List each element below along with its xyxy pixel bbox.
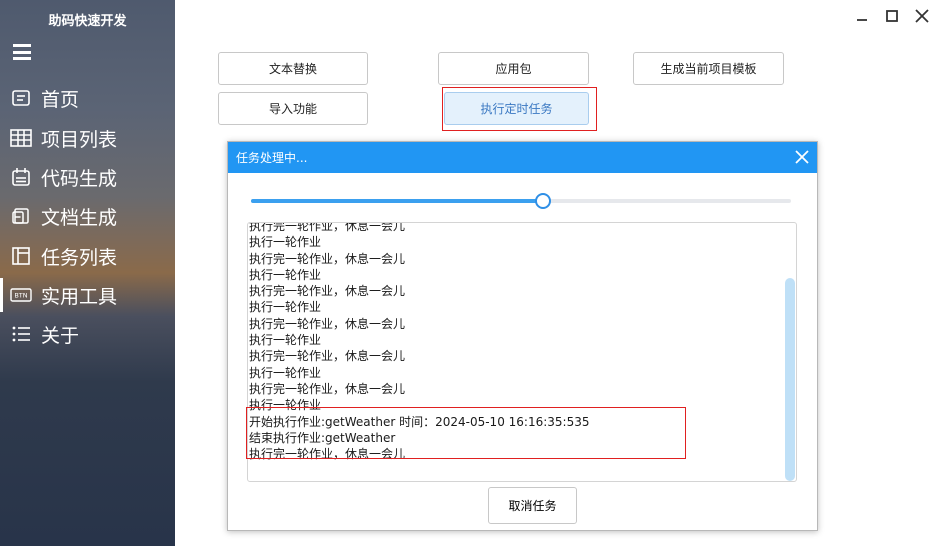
sidebar-item-home[interactable]: 首页 bbox=[0, 81, 175, 115]
minimize-icon bbox=[857, 19, 867, 21]
sidebar-item-label: 代码生成 bbox=[41, 167, 118, 190]
progress-slider[interactable] bbox=[251, 193, 791, 209]
generate-template-button[interactable]: 生成当前项目模板 bbox=[633, 52, 784, 85]
sidebar-item-label: 项目列表 bbox=[41, 128, 118, 151]
sidebar-item-label: 实用工具 bbox=[41, 285, 118, 308]
log-line: 执行完一轮作业，休息一会儿 bbox=[249, 222, 406, 233]
log-line: 执行完一轮作业，休息一会儿 bbox=[249, 381, 406, 396]
sidebar-item-projects[interactable]: 项目列表 bbox=[0, 121, 175, 155]
btn-icon: BTN bbox=[10, 284, 32, 306]
sidebar: 助码快速开发 首页 项目列表 代码生成 文档生成 任务列表 BTN 实用工具 关… bbox=[0, 0, 175, 546]
sidebar-item-codegen[interactable]: 代码生成 bbox=[0, 160, 175, 194]
task-dialog: 任务处理中... 执行完一轮作业，休息一会儿 执行一轮作业 执行完一轮作业，休息一会… bbox=[227, 141, 818, 531]
log-line: 执行完一轮作业，休息一会儿 bbox=[249, 251, 406, 266]
calendar-icon bbox=[10, 166, 32, 188]
sidebar-item-tasks[interactable]: 任务列表 bbox=[0, 239, 175, 273]
log-line: 执行一轮作业 bbox=[249, 267, 322, 282]
log-line: 执行一轮作业 bbox=[249, 235, 322, 250]
log-highlight-box bbox=[246, 407, 686, 459]
dialog-close-button[interactable] bbox=[793, 148, 811, 166]
sidebar-item-about[interactable]: 关于 bbox=[0, 317, 175, 351]
sidebar-item-tools[interactable]: BTN 实用工具 bbox=[0, 278, 175, 312]
scrollbar[interactable] bbox=[785, 278, 795, 481]
btn-icon-text: BTN bbox=[14, 292, 27, 300]
table-icon bbox=[10, 127, 32, 149]
layout-icon bbox=[10, 245, 32, 267]
minimize-button[interactable] bbox=[852, 6, 872, 26]
log-line: 执行一轮作业 bbox=[249, 365, 322, 380]
log-line: 执行一轮作业 bbox=[249, 300, 322, 315]
sidebar-item-docgen[interactable]: 文档生成 bbox=[0, 199, 175, 233]
log-line: 执行完一轮作业，休息一会儿 bbox=[249, 316, 406, 331]
close-icon bbox=[795, 150, 809, 164]
text-replace-button[interactable]: 文本替换 bbox=[218, 52, 368, 85]
log-line: 执行一轮作业 bbox=[249, 333, 322, 348]
log-line: 执行完一轮作业，休息一会儿 bbox=[249, 349, 406, 364]
maximize-button[interactable] bbox=[882, 6, 902, 26]
home-icon bbox=[10, 87, 32, 109]
slider-fill bbox=[251, 199, 543, 203]
close-window-button[interactable] bbox=[912, 6, 932, 26]
maximize-icon bbox=[886, 10, 898, 22]
document-icon bbox=[10, 205, 32, 227]
sidebar-item-label: 任务列表 bbox=[41, 246, 118, 269]
log-line: 执行完一轮作业，休息一会儿 bbox=[249, 284, 406, 299]
import-feature-button[interactable]: 导入功能 bbox=[218, 92, 368, 125]
dialog-title: 任务处理中... bbox=[236, 151, 308, 165]
sidebar-item-label: 关于 bbox=[41, 324, 80, 347]
slider-thumb[interactable] bbox=[535, 193, 551, 209]
menu-icon[interactable] bbox=[13, 44, 31, 60]
app-title: 助码快速开发 bbox=[48, 14, 127, 29]
list-icon bbox=[10, 323, 32, 345]
app-package-button[interactable]: 应用包 bbox=[438, 52, 589, 85]
dialog-header: 任务处理中... bbox=[228, 142, 817, 173]
sidebar-item-label: 首页 bbox=[41, 88, 80, 111]
highlight-box bbox=[442, 87, 597, 131]
close-icon bbox=[915, 9, 929, 23]
cancel-task-button[interactable]: 取消任务 bbox=[488, 487, 577, 524]
sidebar-item-label: 文档生成 bbox=[41, 206, 118, 229]
